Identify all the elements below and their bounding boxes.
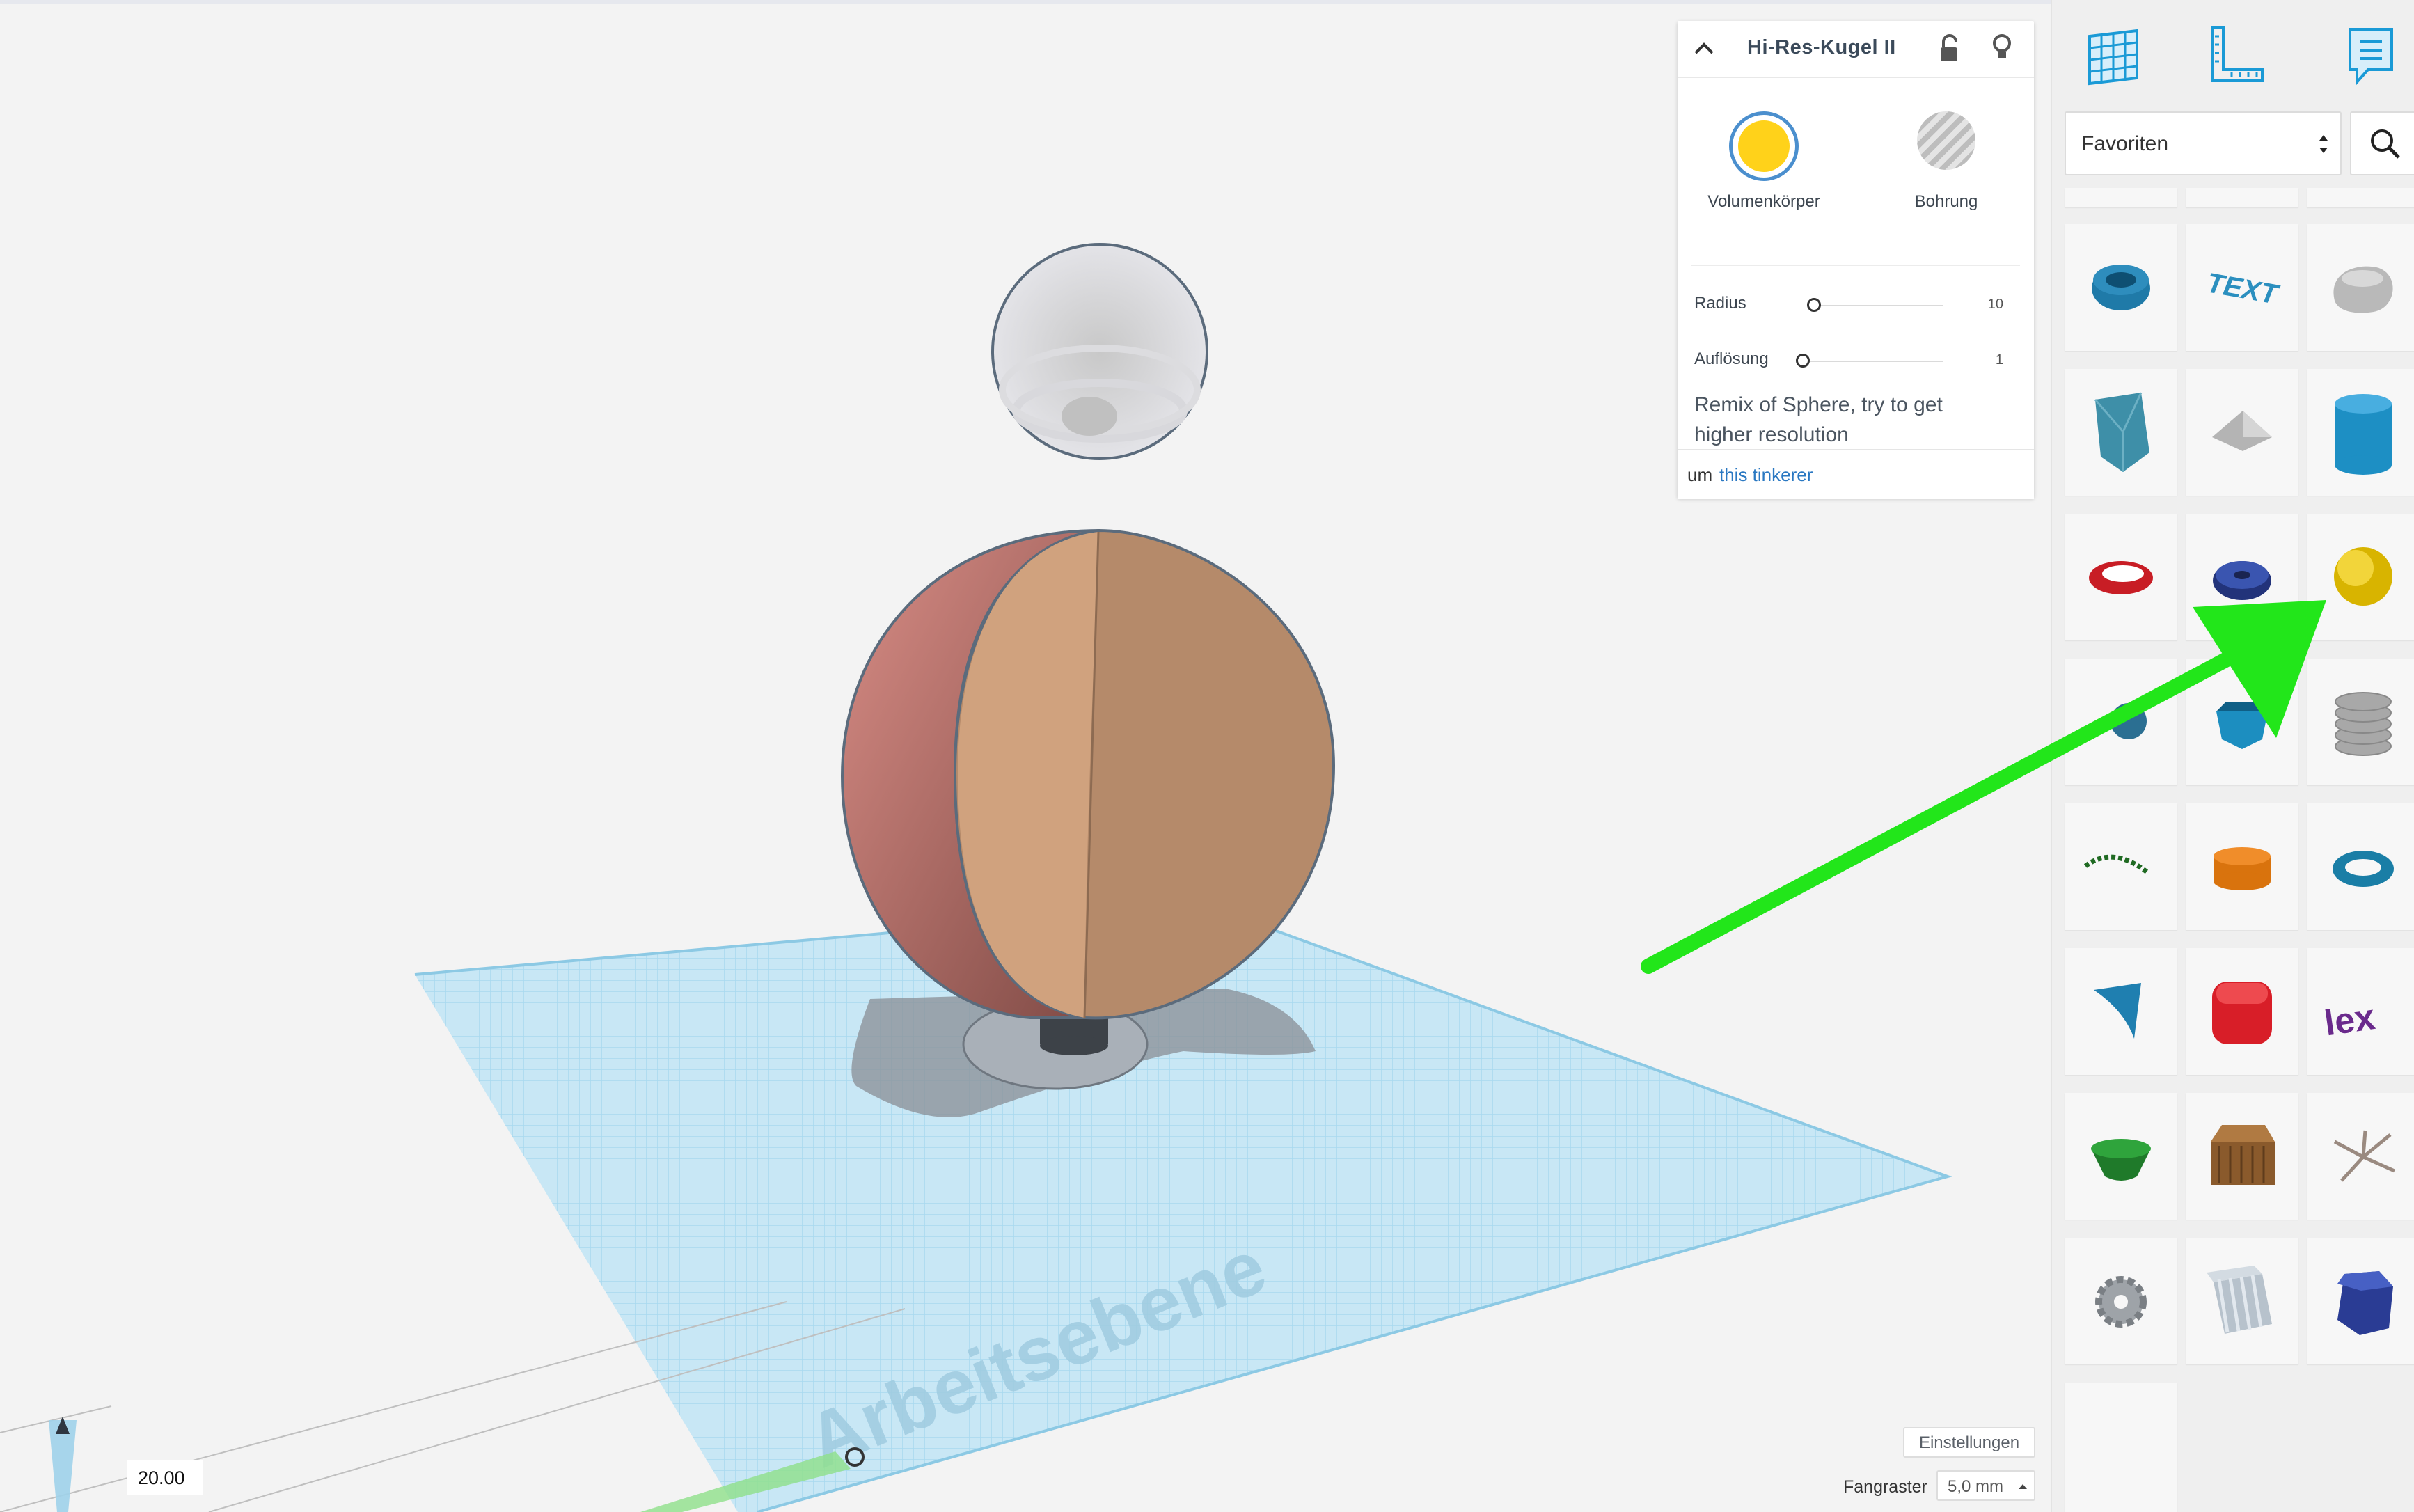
shape-tile-blue-gear-partial[interactable]	[2065, 659, 2177, 785]
shape-tile-text-3d[interactable]: TEXT	[2186, 224, 2298, 351]
solid-color-swatch	[1738, 120, 1790, 172]
gray-sphere-object[interactable]	[991, 243, 1208, 460]
hole-material-option[interactable]	[1917, 111, 1975, 170]
divider	[1691, 265, 2020, 266]
shape-tile-red-ring[interactable]	[2065, 514, 2177, 640]
resolution-slider-track[interactable]	[1797, 361, 1943, 362]
shape-tile-blue-wheel[interactable]	[2186, 514, 2298, 640]
caret-up-icon	[2019, 1484, 2027, 1489]
search-button[interactable]	[2350, 111, 2414, 175]
shape-tile-gray-pebble[interactable]	[2307, 224, 2414, 351]
param-label-resolution: Auflösung	[1694, 349, 1769, 368]
shape-tile-gray-gear[interactable]	[2065, 1238, 2177, 1364]
snap-grid-select[interactable]: 5,0 mm	[1936, 1470, 2035, 1501]
author-link[interactable]: this tinkerer	[1719, 464, 1813, 486]
unlock-icon[interactable]	[1936, 33, 1964, 64]
shape-tile-blue-hex-prism[interactable]	[2307, 1238, 2414, 1364]
radius-slider-track[interactable]	[1811, 305, 1943, 306]
settings-button[interactable]: Einstellungen	[1903, 1427, 2035, 1458]
shape-tile-orange-cylinder[interactable]	[2186, 803, 2298, 930]
solid-label: Volumenkörper	[1707, 192, 1820, 211]
shape-tile-purple-tex[interactable]: lex	[2307, 948, 2414, 1075]
select-arrows-icon	[2319, 135, 2328, 153]
shape-tile-white-spikes[interactable]	[2307, 1093, 2414, 1220]
param-value-resolution[interactable]: 1	[1996, 352, 2003, 368]
shape-tile-blue-cylinder[interactable]	[2307, 369, 2414, 496]
cut-sphere-object[interactable]	[840, 528, 1336, 1020]
shape-tile-red-rounded-box[interactable]	[2186, 948, 2298, 1075]
search-icon	[2371, 129, 2400, 159]
shape-tile-partial[interactable]	[2186, 188, 2298, 207]
notes-icon[interactable]	[2336, 21, 2406, 90]
shape-tile-blue-torus[interactable]	[2307, 803, 2414, 930]
lightbulb-icon[interactable]	[1988, 32, 2016, 64]
workplane-grid-icon[interactable]	[2078, 21, 2148, 90]
shape-tile-striped-cube[interactable]	[2186, 1238, 2298, 1364]
shapes-sidebar: Favoriten TEXT lex	[2051, 0, 2414, 1512]
settings-label: Einstellungen	[1918, 1433, 2020, 1452]
shape-tile-green-bowl[interactable]	[2065, 1093, 2177, 1220]
shape-tile-partial[interactable]	[2307, 188, 2414, 207]
hole-label: Bohrung	[1914, 192, 1978, 211]
author-byline: um this tinkerer	[1678, 449, 2034, 499]
dimension-value: 20.00	[138, 1467, 185, 1488]
shape-tile-empty[interactable]	[2065, 1383, 2177, 1512]
shape-tile-yellow-sphere[interactable]	[2307, 514, 2414, 640]
workspace-viewport[interactable]: Arbeitsebene Hi-Res-Kugel II Volumenkörp…	[0, 0, 2051, 1512]
snap-grid-value: 5,0 mm	[1948, 1477, 2004, 1496]
svg-text:TEXT: TEXT	[2204, 267, 2282, 310]
ruler-icon[interactable]	[2200, 21, 2269, 90]
shape-tile-gray-diamond[interactable]	[2186, 369, 2298, 496]
shape-description: Remix of Sphere, try to get higher resol…	[1694, 393, 1943, 446]
inspector-header: Hi-Res-Kugel II	[1678, 21, 2034, 78]
byline-prefix: um	[1687, 464, 1713, 485]
shape-tile-wooden-crate[interactable]	[2186, 1093, 2298, 1220]
svg-text:lex: lex	[2322, 997, 2378, 1044]
chevron-up-icon[interactable]	[1691, 36, 1717, 61]
snap-grid-label: Fangraster	[1843, 1477, 1927, 1497]
resolution-slider-knob[interactable]	[1796, 354, 1810, 368]
shape-tile-green-arc[interactable]	[2065, 803, 2177, 930]
radius-slider-knob[interactable]	[1807, 298, 1821, 312]
shape-tile-blue-tire[interactable]	[2065, 224, 2177, 351]
solid-material-option[interactable]	[1729, 111, 1799, 181]
shape-category-select[interactable]: Favoriten	[2065, 111, 2342, 175]
shape-tile-partial[interactable]	[2065, 188, 2177, 207]
shape-tile-blue-hex-cup[interactable]	[2186, 659, 2298, 785]
shape-tile-gray-coil[interactable]	[2307, 659, 2414, 785]
dimension-readout[interactable]: 20.00	[127, 1460, 203, 1495]
param-value-radius[interactable]: 10	[1988, 297, 2003, 313]
category-value: Favoriten	[2081, 132, 2169, 155]
param-label-radius: Radius	[1694, 294, 1746, 313]
shape-title: Hi-Res-Kugel II	[1747, 36, 1896, 58]
shape-tile-twisted-vase[interactable]	[2065, 369, 2177, 496]
shape-inspector: Hi-Res-Kugel II Volumenkörper Bohrung Ra…	[1678, 21, 2034, 499]
shape-tile-blue-wedge[interactable]	[2065, 948, 2177, 1075]
